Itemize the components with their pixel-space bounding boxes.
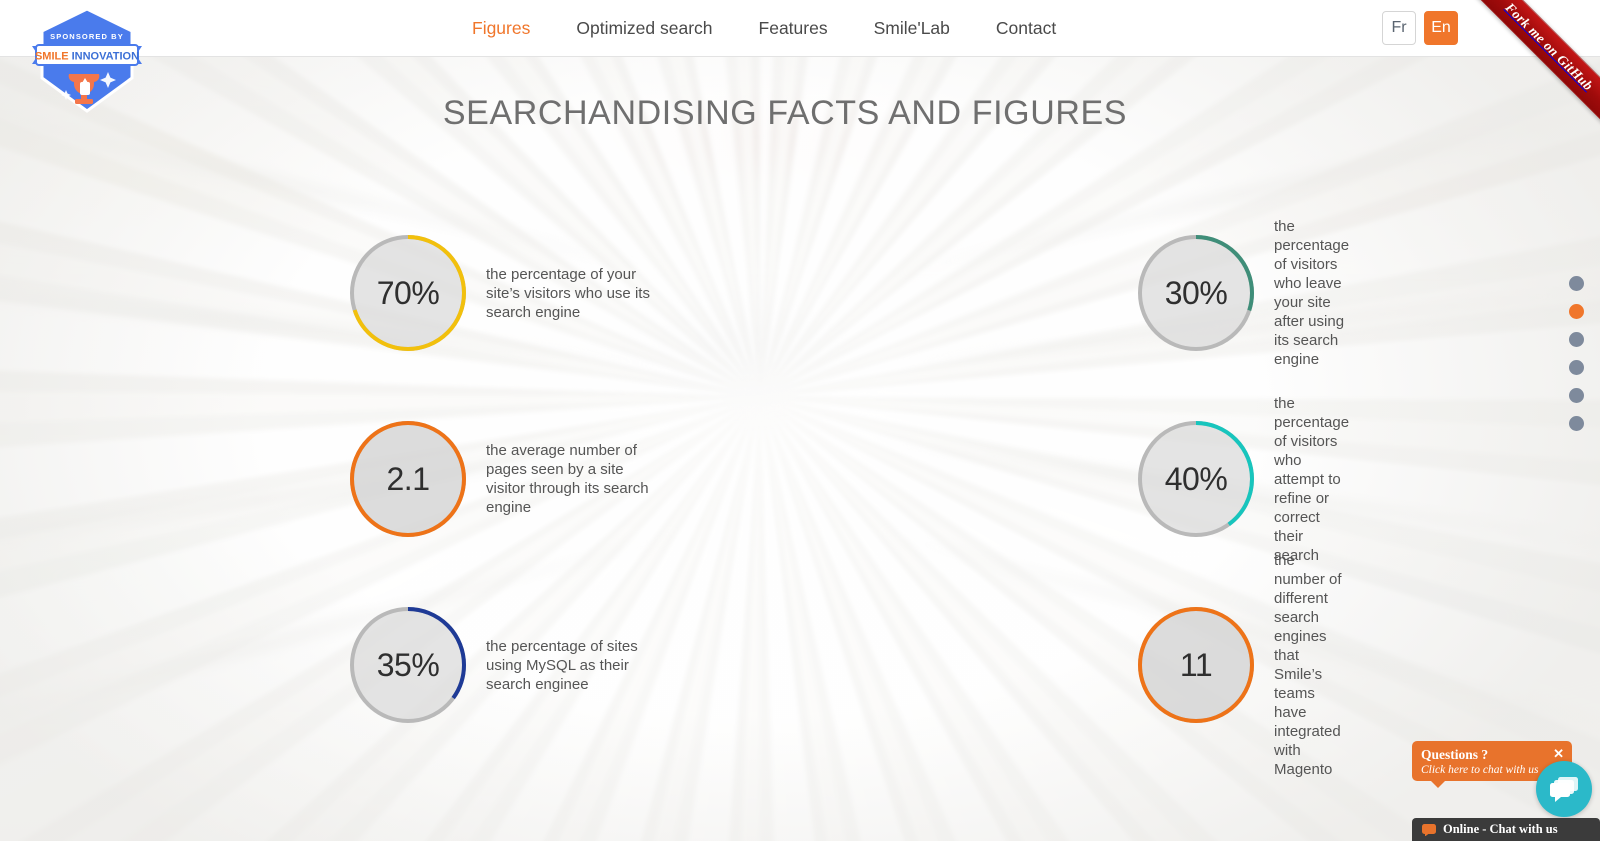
pagination-dot-5[interactable] [1569, 388, 1584, 403]
progress-dial-70: 70% [348, 233, 468, 353]
language-switcher: Fr En [1382, 11, 1458, 45]
stat-description: the number of different search engines t… [1274, 552, 1342, 778]
chat-bubble-icon [1550, 777, 1578, 802]
stat-item-35-percent: 35% the percentage of sites using MySQL … [348, 572, 918, 758]
progress-dial-35: 35% [348, 605, 468, 725]
stat-item-40-percent: 40% the percentage of visitors who attem… [1136, 386, 1350, 572]
svg-text:SMILEINNOVATION: SMILE INNOVATION [35, 51, 139, 63]
smile-innovation-logo[interactable]: SPONSORED BY SMILE INNOVATION [28, 6, 146, 114]
progress-dial-40: 40% [1136, 419, 1256, 539]
nav-item-contact[interactable]: Contact [994, 14, 1058, 43]
stat-description: the percentage of your site’s visitors w… [486, 265, 650, 321]
language-button-fr[interactable]: Fr [1382, 11, 1416, 45]
chat-widget: Questions ? Click here to chat with us ✕… [1400, 731, 1600, 841]
close-icon[interactable]: ✕ [1553, 746, 1564, 762]
stat-value: 40% [1164, 460, 1228, 497]
speech-bubble-icon [1422, 823, 1436, 836]
main-navigation: Figures Optimized search Features Smile'… [470, 0, 1058, 57]
progress-dial-30: 30% [1136, 233, 1256, 353]
stat-value: 35% [376, 646, 440, 683]
stat-description: the average number of pages seen by a si… [486, 442, 649, 516]
chat-bubble-button[interactable] [1536, 761, 1592, 817]
pagination-dot-6[interactable] [1569, 416, 1584, 431]
stat-value: 70% [376, 274, 440, 311]
nav-item-figures[interactable]: Figures [470, 14, 532, 43]
stat-description: the percentage of visitors who leave you… [1274, 218, 1350, 368]
chat-tooltip-title: Questions ? [1421, 747, 1489, 762]
page-title: SEARCHANDISING FACTS AND FIGURES [442, 94, 1128, 132]
stat-item-30-percent: 30% the percentage of visitors who leave… [1136, 200, 1350, 386]
facts-and-figures-grid: 70% the percentage of your site’s visito… [348, 200, 1350, 778]
stat-description: the percentage of visitors who attempt t… [1274, 394, 1350, 564]
section-pagination-dots [1569, 276, 1584, 431]
pagination-dot-2[interactable] [1569, 304, 1584, 319]
nav-item-smile-lab[interactable]: Smile'Lab [872, 14, 952, 43]
pagination-dot-4[interactable] [1569, 360, 1584, 375]
nav-item-features[interactable]: Features [757, 14, 830, 43]
pagination-dot-3[interactable] [1569, 332, 1584, 347]
stat-value: 11 [1179, 646, 1213, 683]
language-button-en[interactable]: En [1424, 11, 1458, 45]
stat-description: the percentage of sites using MySQL as t… [486, 637, 638, 693]
nav-item-optimized-search[interactable]: Optimized search [574, 14, 714, 43]
progress-dial-11: 11 [1136, 605, 1256, 725]
stat-value: 30% [1164, 274, 1228, 311]
site-header: Figures Optimized search Features Smile'… [0, 0, 1600, 57]
logo-badge-icon: SPONSORED BY SMILE INNOVATION [32, 7, 142, 113]
stat-item-11: 11 the number of different search engine… [1136, 552, 1348, 778]
stat-item-70-percent: 70% the percentage of your site’s visito… [348, 200, 918, 386]
progress-dial-2-1: 2.1 [348, 419, 468, 539]
stat-value: 2.1 [386, 460, 430, 497]
chat-status-bar[interactable]: Online - Chat with us [1412, 818, 1600, 841]
svg-text:SPONSORED BY: SPONSORED BY [50, 32, 124, 41]
pagination-dot-1[interactable] [1569, 276, 1584, 291]
chat-status-text: Online - Chat with us [1443, 822, 1558, 836]
stat-item-2-1: 2.1 the average number of pages seen by … [348, 386, 918, 572]
